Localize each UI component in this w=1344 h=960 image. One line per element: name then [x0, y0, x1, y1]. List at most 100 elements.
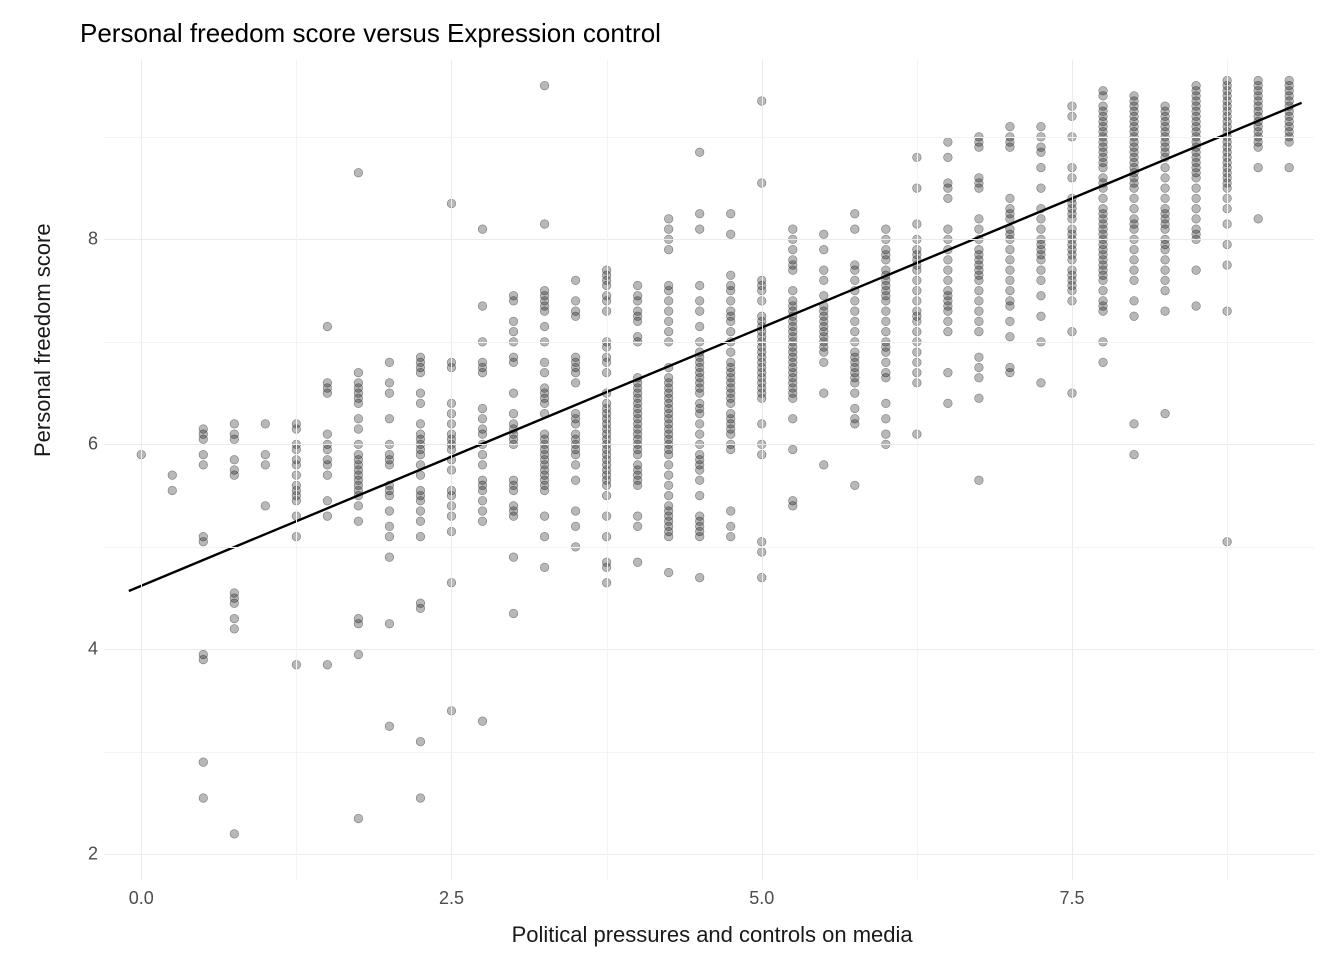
- data-point: [1037, 276, 1046, 285]
- data-point: [882, 266, 891, 275]
- data-point: [1037, 163, 1046, 172]
- data-point: [509, 291, 518, 300]
- data-point: [944, 194, 953, 203]
- data-point: [726, 409, 735, 418]
- data-point: [478, 302, 487, 311]
- data-point: [540, 430, 549, 439]
- data-point: [478, 496, 487, 505]
- data-point: [478, 507, 487, 516]
- data-point: [385, 522, 394, 531]
- data-point: [819, 461, 828, 470]
- data-point: [323, 660, 332, 669]
- data-point: [261, 420, 270, 429]
- data-point: [695, 430, 704, 439]
- x-tick-label: 7.5: [1059, 888, 1084, 909]
- data-point: [851, 317, 860, 326]
- data-point: [416, 532, 425, 541]
- data-point: [168, 486, 177, 495]
- data-point: [1130, 92, 1139, 101]
- data-point: [882, 358, 891, 367]
- data-point: [509, 476, 518, 485]
- data-point: [664, 461, 673, 470]
- data-point: [416, 517, 425, 526]
- data-point: [509, 389, 518, 398]
- data-point: [975, 327, 984, 336]
- data-point: [416, 794, 425, 803]
- data-point: [1099, 194, 1108, 203]
- data-point: [230, 614, 239, 623]
- data-point: [726, 209, 735, 218]
- data-point: [633, 522, 642, 531]
- data-point: [478, 517, 487, 526]
- data-point: [261, 450, 270, 459]
- data-point: [1161, 194, 1170, 203]
- data-point: [882, 399, 891, 408]
- data-point: [882, 430, 891, 439]
- data-point: [726, 230, 735, 239]
- data-point: [478, 476, 487, 485]
- data-point: [1006, 317, 1015, 326]
- data-point: [354, 814, 363, 823]
- data-point: [664, 317, 673, 326]
- data-point: [944, 179, 953, 188]
- data-point: [633, 461, 642, 470]
- data-point: [323, 512, 332, 521]
- data-point: [385, 507, 394, 516]
- data-point: [1161, 266, 1170, 275]
- data-point: [230, 589, 239, 598]
- data-point: [416, 599, 425, 608]
- data-point: [882, 307, 891, 316]
- data-point: [385, 358, 394, 367]
- data-point: [1037, 379, 1046, 388]
- data-point: [354, 168, 363, 177]
- data-point: [1161, 204, 1170, 213]
- data-point: [882, 317, 891, 326]
- data-point: [1161, 409, 1170, 418]
- data-point: [726, 281, 735, 290]
- data-point: [1130, 312, 1139, 321]
- data-point: [1006, 245, 1015, 254]
- data-point: [478, 450, 487, 459]
- data-point: [851, 261, 860, 270]
- data-point: [695, 512, 704, 521]
- data-point: [851, 327, 860, 336]
- data-point: [323, 430, 332, 439]
- data-point: [975, 394, 984, 403]
- data-point: [664, 215, 673, 224]
- data-point: [726, 522, 735, 531]
- data-point: [540, 322, 549, 331]
- data-point: [230, 625, 239, 634]
- data-point: [788, 297, 797, 306]
- data-point: [385, 553, 394, 562]
- data-point: [354, 414, 363, 423]
- data-point: [323, 322, 332, 331]
- data-point: [1037, 215, 1046, 224]
- data-point: [1161, 184, 1170, 193]
- data-point: [416, 507, 425, 516]
- data-point: [664, 225, 673, 234]
- y-tick-label: 2: [88, 844, 92, 865]
- data-point: [788, 414, 797, 423]
- data-point: [944, 399, 953, 408]
- data-point: [975, 317, 984, 326]
- data-point: [851, 307, 860, 316]
- data-point: [851, 209, 860, 218]
- data-point: [323, 496, 332, 505]
- data-point: [354, 368, 363, 377]
- data-point: [1192, 266, 1201, 275]
- data-point: [1130, 194, 1139, 203]
- data-point: [540, 358, 549, 367]
- data-point: [975, 353, 984, 362]
- data-point: [664, 245, 673, 254]
- data-point: [726, 507, 735, 516]
- data-point: [664, 491, 673, 500]
- data-point: [851, 404, 860, 413]
- data-point: [199, 758, 208, 767]
- data-point: [851, 414, 860, 423]
- data-point: [975, 245, 984, 254]
- data-point: [478, 404, 487, 413]
- data-point: [1130, 215, 1139, 224]
- data-point: [1037, 225, 1046, 234]
- data-point: [1161, 256, 1170, 265]
- data-point: [230, 466, 239, 475]
